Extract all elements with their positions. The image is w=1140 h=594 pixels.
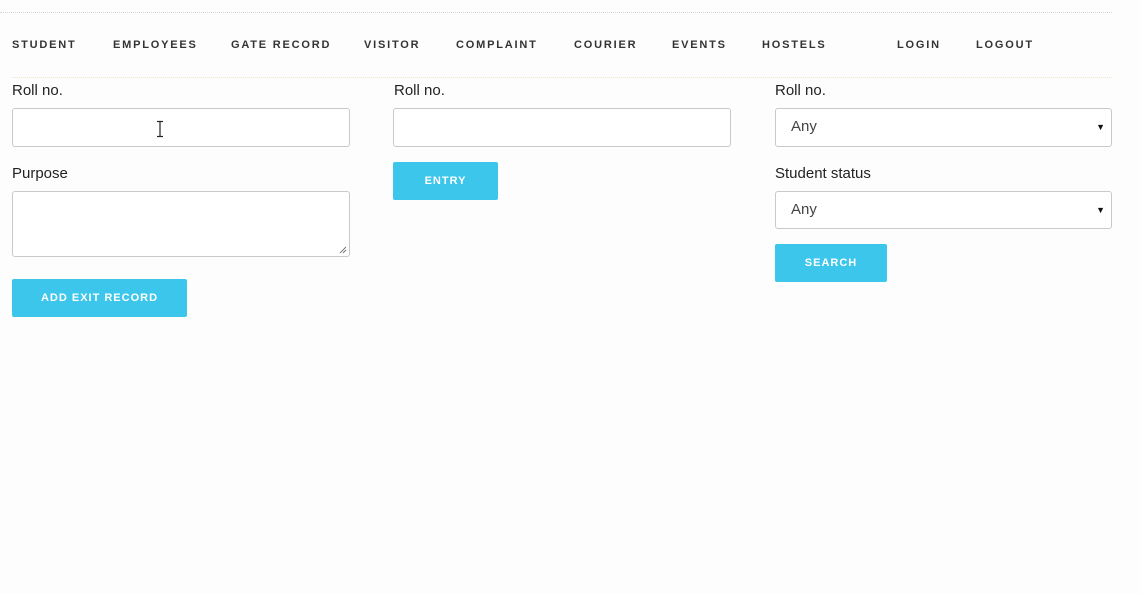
nav-item-complaint[interactable]: COMPLAINT xyxy=(456,33,538,57)
nav-item-login[interactable]: LOGIN xyxy=(897,33,941,57)
search-button[interactable]: SEARCH xyxy=(775,244,887,282)
gate-record-page: STUDENT EMPLOYEES GATE RECORD VISITOR CO… xyxy=(0,0,1140,594)
student-status-select-value: Any xyxy=(791,201,817,218)
exit-roll-input[interactable] xyxy=(12,108,350,147)
purpose-label: Purpose xyxy=(12,165,68,182)
search-roll-label: Roll no. xyxy=(775,82,826,99)
nav-item-student[interactable]: STUDENT xyxy=(12,33,77,57)
add-exit-record-button[interactable]: ADD EXIT RECORD xyxy=(12,279,187,317)
nav-item-courier[interactable]: COURIER xyxy=(574,33,637,57)
main-nav: STUDENT EMPLOYEES GATE RECORD VISITOR CO… xyxy=(0,33,1112,57)
entry-roll-label: Roll no. xyxy=(394,82,445,99)
roll-select[interactable]: Any ▼ xyxy=(775,108,1112,147)
nav-item-employees[interactable]: EMPLOYEES xyxy=(113,33,198,57)
nav-item-logout[interactable]: LOGOUT xyxy=(976,33,1034,57)
student-status-label: Student status xyxy=(775,165,871,182)
text-cursor-icon xyxy=(157,120,163,138)
nav-item-events[interactable]: EVENTS xyxy=(672,33,727,57)
nav-divider xyxy=(12,77,1112,78)
student-status-select[interactable]: Any ▼ xyxy=(775,191,1112,229)
entry-button[interactable]: ENTRY xyxy=(393,162,498,200)
exit-roll-label: Roll no. xyxy=(12,82,63,99)
caret-down-icon: ▼ xyxy=(1096,205,1105,215)
caret-down-icon: ▼ xyxy=(1096,122,1105,132)
roll-select-value: Any xyxy=(791,118,817,135)
nav-item-gate-record[interactable]: GATE RECORD xyxy=(231,33,331,57)
purpose-textarea[interactable] xyxy=(12,191,350,257)
top-divider xyxy=(0,12,1112,13)
resize-grip-icon[interactable] xyxy=(339,246,347,254)
nav-item-visitor[interactable]: VISITOR xyxy=(364,33,420,57)
entry-roll-input[interactable] xyxy=(393,108,731,147)
nav-item-hostels[interactable]: HOSTELS xyxy=(762,33,827,57)
